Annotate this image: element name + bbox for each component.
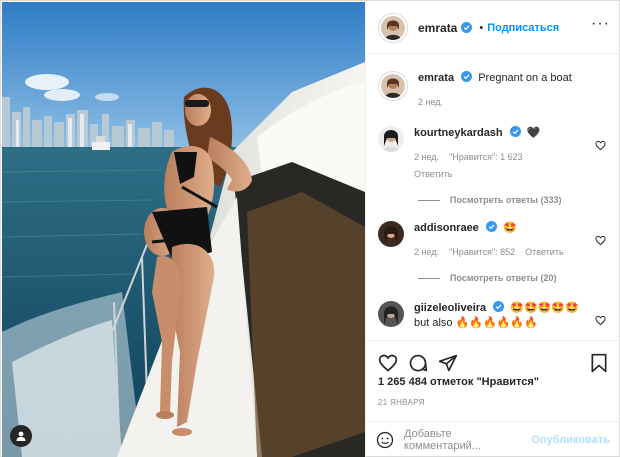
author-avatar[interactable] — [378, 12, 408, 43]
reply-button[interactable]: Ответить — [525, 245, 563, 260]
follow-button[interactable]: Подписаться — [487, 22, 559, 34]
comment-item: giizeleoliveira 🤩🤩🤩🤩🤩 but also 🔥🔥🔥🔥🔥🔥 — [378, 301, 608, 331]
view-replies-label: Посмотреть ответы (333) — [450, 195, 562, 205]
heart-icon[interactable] — [378, 353, 398, 373]
more-options-icon[interactable]: ··· — [591, 16, 610, 32]
comment-likes[interactable]: "Нравится": 1 623 — [449, 150, 523, 165]
comment-avatar[interactable] — [378, 301, 404, 327]
bookmark-icon[interactable] — [590, 353, 608, 373]
comment-text: 🤩🤩🤩🤩🤩 — [510, 302, 579, 314]
post-photo[interactable] — [2, 2, 365, 457]
post-date[interactable]: 21 ЯНВАРЯ — [378, 398, 425, 407]
reply-button[interactable]: Ответить — [414, 167, 452, 182]
heart-icon[interactable] — [595, 315, 606, 326]
comment-time[interactable]: 2 нед. — [414, 150, 439, 165]
comment-time[interactable]: 2 нед. — [414, 245, 439, 260]
share-icon[interactable] — [438, 353, 458, 373]
action-bar — [366, 340, 620, 380]
caption-text: Pregnant on a boat — [478, 72, 572, 84]
view-replies-button[interactable]: Посмотреть ответы (20) — [418, 273, 608, 283]
post-header: emrata • Подписаться ··· — [366, 2, 620, 54]
verified-badge-icon — [509, 126, 521, 137]
post-sidebar: emrata • Подписаться ··· emrata Pregnant… — [365, 2, 620, 457]
heart-icon[interactable] — [595, 140, 606, 151]
view-replies-label: Посмотреть ответы (20) — [450, 273, 557, 283]
replies-line — [418, 199, 440, 201]
likes-count[interactable]: 1 265 484 отметок "Нравится" — [378, 376, 539, 388]
verified-badge-icon — [461, 22, 473, 33]
comment-username[interactable]: addisonraee — [414, 222, 479, 234]
caption: emrata Pregnant on a boat 2 нед. — [378, 71, 608, 110]
comment-text: 🤩 — [502, 222, 517, 234]
emoji-icon[interactable] — [376, 431, 394, 449]
photo-illustration — [2, 2, 365, 457]
caption-username[interactable]: emrata — [418, 72, 454, 84]
caption-avatar[interactable] — [378, 71, 408, 101]
comments-list[interactable]: emrata Pregnant on a boat 2 нед. kourtne… — [366, 55, 620, 339]
comment-item: kourtneykardash 🖤 2 нед. "Нравится": 1 6… — [378, 126, 608, 182]
comment-composer: Добавьте комментарий... Опубликовать — [366, 421, 620, 457]
publish-button[interactable]: Опубликовать — [531, 434, 610, 446]
replies-line — [418, 277, 440, 279]
comment-icon[interactable] — [408, 353, 428, 373]
comment-username[interactable]: giizeleoliveira — [414, 302, 486, 314]
comment-avatar[interactable] — [378, 221, 404, 247]
verified-badge-icon — [461, 71, 473, 82]
comment-item: addisonraee 🤩 2 нед. "Нравится": 852 Отв… — [378, 221, 608, 260]
separator-dot: • — [479, 21, 484, 34]
comment-text: 🖤 — [526, 127, 541, 139]
comment-input[interactable]: Добавьте комментарий... — [404, 428, 531, 452]
verified-badge-icon — [485, 221, 497, 232]
user-tag-icon[interactable] — [10, 425, 32, 447]
comment-avatar[interactable] — [378, 126, 404, 152]
heart-icon[interactable] — [595, 235, 606, 246]
post-dialog: emrata • Подписаться ··· emrata Pregnant… — [0, 0, 620, 457]
comment-likes[interactable]: "Нравится": 852 — [449, 245, 515, 260]
author-username[interactable]: emrata — [418, 21, 457, 35]
comment-username[interactable]: kourtneykardash — [414, 127, 503, 139]
comment-text-line2: but also 🔥🔥🔥🔥🔥🔥 — [414, 317, 538, 329]
verified-badge-icon — [493, 301, 505, 312]
caption-time[interactable]: 2 нед. — [418, 95, 443, 110]
view-replies-button[interactable]: Посмотреть ответы (333) — [418, 195, 608, 205]
